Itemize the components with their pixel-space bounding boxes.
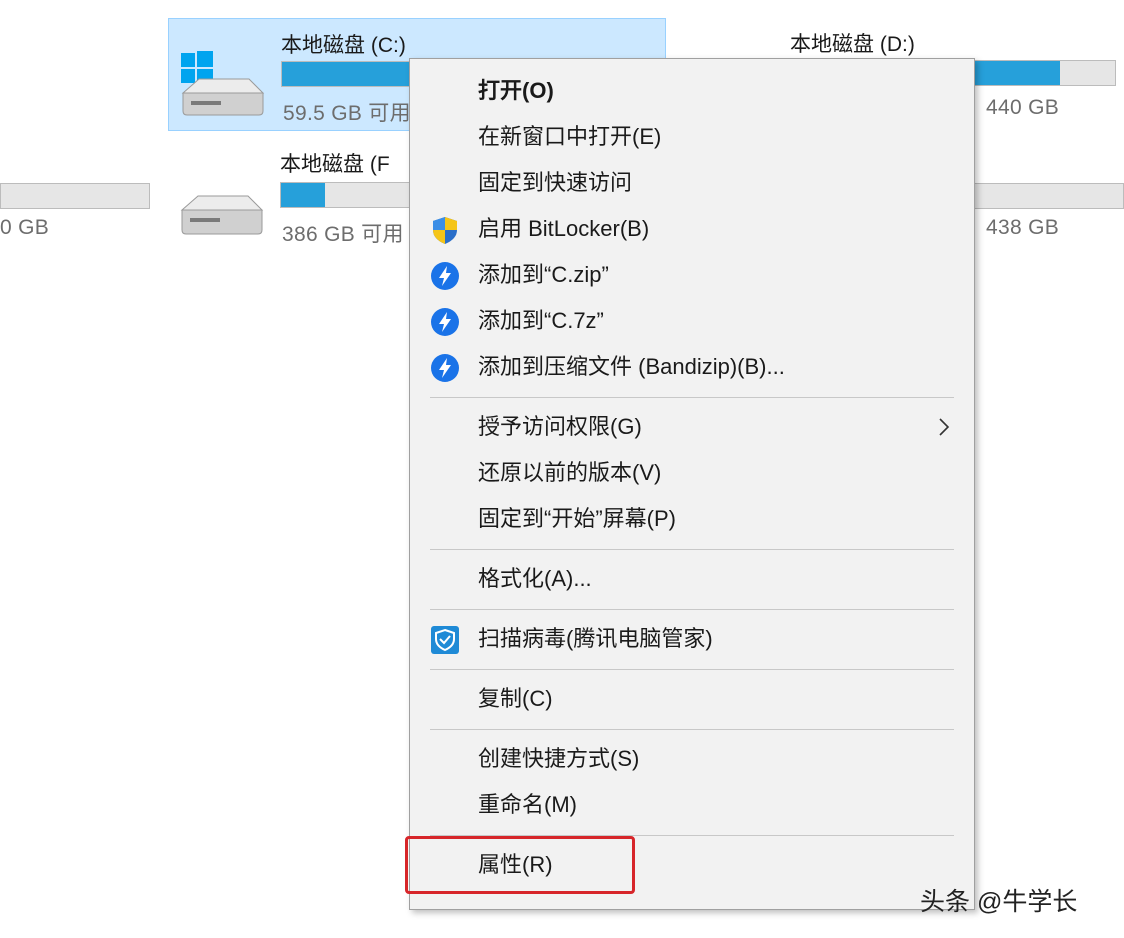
menu-item-pin-quick-access[interactable]: 固定到快速访问 — [410, 161, 974, 205]
menu-item-create-shortcut[interactable]: 创建快捷方式(S) — [410, 737, 974, 781]
menu-item-pin-quick-access-label: 固定到快速访问 — [478, 170, 633, 195]
menu-separator — [430, 669, 954, 670]
properties-highlight-box — [405, 836, 635, 894]
menu-item-add-zip[interactable]: 添加到“C.zip” — [410, 253, 974, 297]
menu-item-rename-label: 重命名(M) — [478, 792, 577, 817]
drive-d-name: 本地磁盘 (D:) — [790, 33, 915, 56]
menu-item-bitlocker[interactable]: 启用 BitLocker(B) — [410, 207, 974, 251]
drive-f-usage-bar — [280, 182, 420, 208]
drive-left-usage-bar — [0, 183, 150, 209]
drive-f-name: 本地磁盘 (F — [280, 153, 390, 176]
menu-item-add-7z-label: 添加到“C.7z” — [478, 308, 604, 333]
uac-shield-icon — [430, 215, 460, 245]
context-menu: 打开(O) 在新窗口中打开(E) 固定到快速访问 启用 BitLocker(B)… — [409, 58, 975, 910]
drive-left-free-space: 0 GB — [0, 216, 50, 239]
drive-c-free-space: 59.5 GB 可用 — [283, 102, 411, 125]
menu-item-scan-virus-label: 扫描病毒(腾讯电脑管家) — [478, 626, 713, 651]
drive-f-free-space: 386 GB 可用 — [282, 223, 404, 246]
menu-item-pin-start-label: 固定到“开始”屏幕(P) — [478, 506, 676, 531]
drive-f-tile[interactable]: 本地磁盘 (F 386 GB 可用 — [168, 140, 420, 253]
menu-item-create-shortcut-label: 创建快捷方式(S) — [478, 746, 640, 771]
menu-item-open-new-window[interactable]: 在新窗口中打开(E) — [410, 115, 974, 159]
menu-item-open-new-window-label: 在新窗口中打开(E) — [478, 124, 662, 149]
drive-c-name: 本地磁盘 (C:) — [281, 34, 406, 57]
menu-item-restore-versions-label: 还原以前的版本(V) — [478, 460, 662, 485]
menu-item-scan-virus[interactable]: 扫描病毒(腾讯电脑管家) — [410, 617, 974, 661]
tencent-shield-icon — [430, 625, 460, 655]
menu-item-restore-versions[interactable]: 还原以前的版本(V) — [410, 451, 974, 495]
menu-item-copy[interactable]: 复制(C) — [410, 677, 974, 721]
menu-item-give-access[interactable]: 授予访问权限(G) — [410, 405, 974, 449]
bandizip-icon — [430, 307, 460, 337]
menu-separator — [430, 609, 954, 610]
windows-drive-icon — [179, 49, 269, 124]
watermark-text: 头条 @牛学长 — [920, 888, 1078, 916]
bandizip-icon — [430, 261, 460, 291]
menu-item-format-label: 格式化(A)... — [478, 566, 592, 591]
chevron-right-icon — [938, 417, 950, 442]
drive-right-free-space: 438 GB — [986, 216, 1060, 239]
drive-f-usage-fill — [281, 183, 326, 207]
menu-item-add-archive[interactable]: 添加到压缩文件 (Bandizip)(B)... — [410, 345, 974, 389]
menu-item-open-label: 打开(O) — [478, 78, 554, 103]
menu-item-add-zip-label: 添加到“C.zip” — [478, 262, 609, 287]
menu-separator — [430, 549, 954, 550]
menu-separator — [430, 729, 954, 730]
menu-item-open[interactable]: 打开(O) — [410, 69, 974, 113]
menu-item-add-7z[interactable]: 添加到“C.7z” — [410, 299, 974, 343]
bandizip-icon — [430, 353, 460, 383]
menu-separator — [430, 397, 954, 398]
menu-item-rename[interactable]: 重命名(M) — [410, 783, 974, 827]
menu-item-bitlocker-label: 启用 BitLocker(B) — [478, 216, 650, 241]
menu-item-add-archive-label: 添加到压缩文件 (Bandizip)(B)... — [478, 354, 785, 379]
menu-item-give-access-label: 授予访问权限(G) — [478, 414, 642, 439]
menu-item-pin-start[interactable]: 固定到“开始”屏幕(P) — [410, 497, 974, 541]
menu-item-format[interactable]: 格式化(A)... — [410, 557, 974, 601]
menu-item-copy-label: 复制(C) — [478, 686, 553, 711]
hard-drive-icon — [178, 180, 268, 245]
drive-d-free-space: 440 GB — [986, 96, 1060, 119]
